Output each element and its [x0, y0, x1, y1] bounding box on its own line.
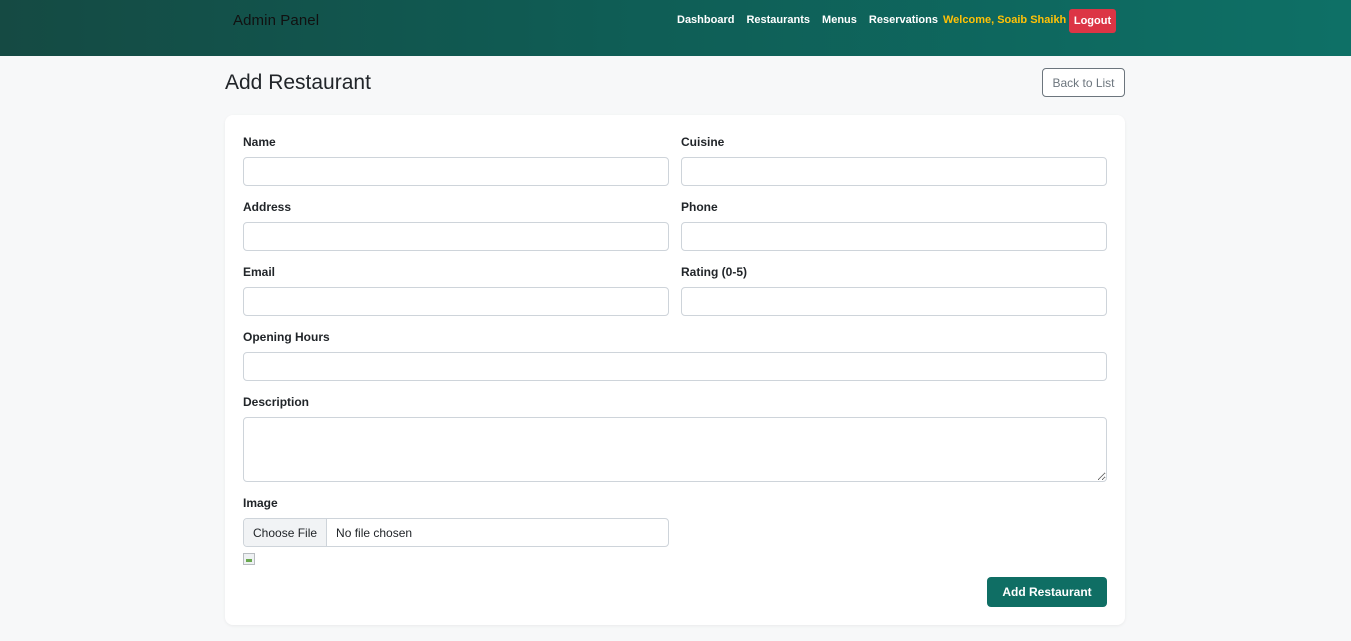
cuisine-label: Cuisine	[681, 135, 725, 149]
choose-file-button[interactable]: Choose File	[244, 519, 328, 546]
add-restaurant-button[interactable]: Add Restaurant	[987, 577, 1107, 607]
nav-link-dashboard[interactable]: Dashboard	[677, 14, 734, 26]
rating-input[interactable]	[681, 287, 1107, 316]
broken-image-icon	[243, 553, 255, 565]
name-label: Name	[243, 135, 276, 149]
phone-input[interactable]	[681, 222, 1107, 251]
address-label: Address	[243, 200, 292, 214]
nav-link-reservations[interactable]: Reservations	[869, 14, 938, 26]
cuisine-input[interactable]	[681, 157, 1107, 186]
nav-link-restaurants[interactable]: Restaurants	[746, 14, 810, 26]
back-to-list-button[interactable]: Back to List	[1042, 68, 1125, 97]
name-input[interactable]	[243, 157, 669, 186]
address-input[interactable]	[243, 222, 669, 251]
welcome-text: Welcome, Soaib Shaikh	[943, 14, 1067, 26]
top-navbar: Admin Panel Dashboard Restaurants Menus …	[0, 0, 1351, 56]
logout-button[interactable]: Logout	[1069, 9, 1116, 33]
main-nav: Dashboard Restaurants Menus Reservations	[677, 14, 950, 26]
nav-link-menus[interactable]: Menus	[822, 14, 857, 26]
image-label: Image	[243, 496, 278, 510]
phone-label: Phone	[681, 200, 718, 214]
description-label: Description	[243, 395, 310, 409]
image-file-input[interactable]: Choose File No file chosen	[243, 518, 669, 547]
page-title: Add Restaurant	[225, 71, 371, 94]
opening-hours-label: Opening Hours	[243, 330, 330, 344]
file-status-text: No file chosen	[336, 525, 413, 540]
opening-hours-input[interactable]	[243, 352, 1107, 381]
email-input[interactable]	[243, 287, 669, 316]
brand-title[interactable]: Admin Panel	[233, 12, 319, 29]
add-restaurant-form: Name Cuisine Address Phone Email Rating …	[225, 115, 1125, 625]
rating-label: Rating (0-5)	[681, 265, 747, 279]
description-textarea[interactable]	[243, 417, 1107, 482]
email-label: Email	[243, 265, 276, 279]
